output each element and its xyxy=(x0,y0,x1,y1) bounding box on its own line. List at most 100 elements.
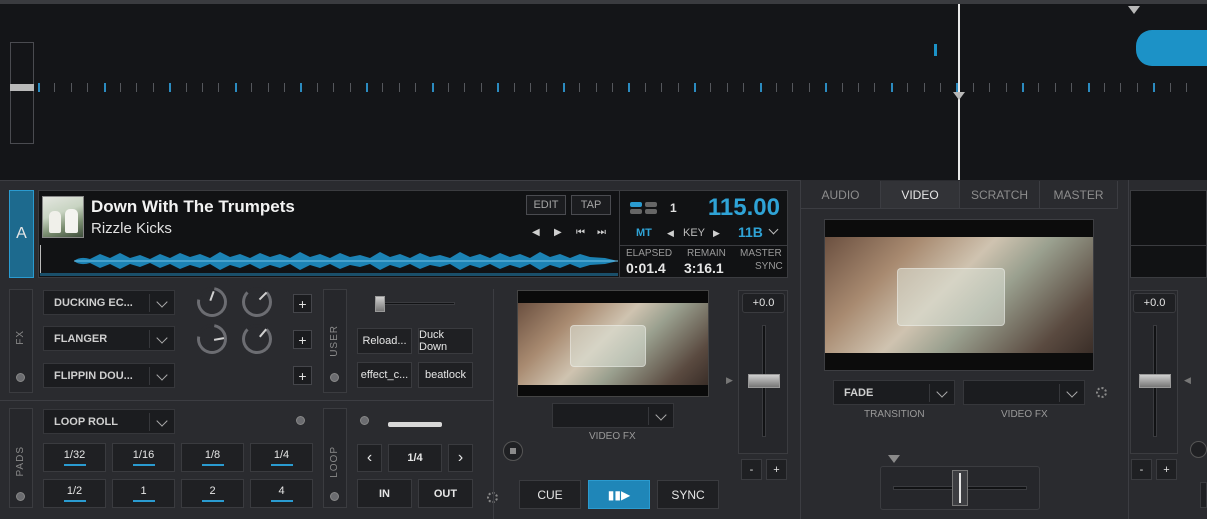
loop-in-button[interactable]: IN xyxy=(357,479,412,508)
fx-add-button-1[interactable]: + xyxy=(293,294,312,313)
master-video-fx-dropdown[interactable] xyxy=(963,380,1085,405)
bpm-value[interactable]: 115.00 xyxy=(690,194,780,222)
copy-icon[interactable] xyxy=(1190,441,1207,458)
user-button-effect[interactable]: effect_c... xyxy=(357,362,412,388)
video-arrow-icon[interactable]: ▶ xyxy=(726,375,733,386)
beat-marker xyxy=(891,83,893,92)
user-slider-handle[interactable] xyxy=(375,296,385,312)
loop-out-button[interactable]: OUT xyxy=(418,479,473,508)
pad-1[interactable]: 1/32 xyxy=(43,443,106,472)
crossfader-handle[interactable] xyxy=(952,470,968,506)
tab-video[interactable]: VIDEO xyxy=(881,181,960,208)
video-arrow-icon-b[interactable]: ◀ xyxy=(1184,375,1191,386)
deck-letter[interactable]: A xyxy=(9,190,34,278)
forward-icon[interactable]: ▶ xyxy=(554,227,562,238)
pad-5[interactable]: 1/2 xyxy=(43,479,106,508)
fx-knob-4[interactable] xyxy=(242,324,272,354)
rewind-icon[interactable]: ◀ xyxy=(532,227,540,238)
deck-b-button[interactable] xyxy=(1200,482,1207,508)
pitch-fader-handle-b[interactable] xyxy=(1139,374,1171,388)
pads-indicator[interactable] xyxy=(16,492,25,501)
master-video-preview[interactable] xyxy=(824,219,1094,371)
key-up-icon[interactable]: ▶ xyxy=(713,228,720,239)
pitch-plus-button-b[interactable]: + xyxy=(1156,459,1177,480)
beat-marker xyxy=(661,83,662,92)
fx-add-button-2[interactable]: + xyxy=(293,330,312,349)
tab-master[interactable]: MASTER xyxy=(1040,181,1118,208)
loop-slider[interactable] xyxy=(388,422,442,427)
deck-video-fx-dropdown[interactable] xyxy=(552,403,674,428)
skip-forward-icon[interactable]: ⏭ xyxy=(597,227,606,238)
user-slider-track[interactable] xyxy=(375,302,455,305)
loop-size[interactable]: 1/4 xyxy=(388,444,442,472)
user-button-duck-down[interactable]: Duck Down xyxy=(418,328,473,354)
deck-video-preview[interactable] xyxy=(517,290,709,397)
skip-back-icon[interactable]: ⏮ xyxy=(576,227,585,238)
pad-2[interactable]: 1/16 xyxy=(112,443,175,472)
cue-button[interactable]: CUE xyxy=(519,480,581,509)
beat-marker xyxy=(1137,83,1138,92)
user-indicator[interactable] xyxy=(330,373,339,382)
transition-dropdown[interactable]: FADE xyxy=(833,380,955,405)
loop-indicator[interactable] xyxy=(330,492,339,501)
master-label: MASTER xyxy=(740,248,782,259)
pad-4[interactable]: 1/4 xyxy=(250,443,313,472)
pads-option-indicator[interactable] xyxy=(296,416,305,425)
key-value[interactable]: 11B xyxy=(738,224,763,240)
sync-button[interactable]: SYNC xyxy=(657,480,719,509)
pads-mode-dropdown[interactable]: LOOP ROLL xyxy=(43,409,175,434)
tap-button[interactable]: TAP xyxy=(571,195,611,215)
pitch-minus-button[interactable]: - xyxy=(741,459,762,480)
tab-audio[interactable]: AUDIO xyxy=(801,181,881,208)
pad-4-label: 1/4 xyxy=(273,449,290,461)
record-icon[interactable] xyxy=(503,441,523,461)
fx-slot-2[interactable]: FLANGER xyxy=(43,326,175,351)
fx-knob-2[interactable] xyxy=(242,287,272,317)
pad-7[interactable]: 2 xyxy=(181,479,244,508)
pitch-value[interactable]: +0.0 xyxy=(742,293,785,313)
pitch-plus-button[interactable]: + xyxy=(766,459,787,480)
pad-8[interactable]: 4 xyxy=(250,479,313,508)
zoom-handle[interactable] xyxy=(10,84,34,91)
beat-marker xyxy=(350,83,351,92)
user-button-reload[interactable]: Reload... xyxy=(357,328,412,354)
elapsed-label: ELAPSED xyxy=(626,248,673,259)
elapsed-value[interactable]: 0:01.4 xyxy=(626,260,666,276)
waveform-segment xyxy=(1136,30,1207,66)
pad-5-label: 1/2 xyxy=(66,485,83,497)
fx-slot-1-label: DUCKING EC... xyxy=(54,296,133,309)
track-waveform[interactable] xyxy=(40,244,618,277)
fx-indicator[interactable] xyxy=(16,373,25,382)
waveform-overview[interactable] xyxy=(0,0,1207,180)
key-down-icon[interactable]: ◀ xyxy=(667,228,674,239)
beat-marker xyxy=(874,83,875,92)
fx-add-button-3[interactable]: + xyxy=(293,366,312,385)
zoom-control[interactable] xyxy=(10,42,34,144)
remain-value[interactable]: 3:16.1 xyxy=(684,260,724,276)
track-title: Down With The Trumpets xyxy=(91,197,295,216)
fx-slot-1[interactable]: DUCKING EC... xyxy=(43,290,175,315)
loop-option-indicator[interactable] xyxy=(360,416,369,425)
playhead-top-marker xyxy=(1128,6,1140,14)
beat-marker xyxy=(497,83,499,92)
master-tempo-label[interactable]: MT xyxy=(636,227,652,239)
play-pause-button[interactable]: ▮▮▶ xyxy=(588,480,650,509)
beat-marker xyxy=(727,83,728,92)
beat-marker xyxy=(809,83,810,92)
loop-prev-button[interactable]: ‹ xyxy=(357,444,382,472)
beat-marker xyxy=(645,83,646,92)
fx-slot-3[interactable]: FLIPPIN DOU... xyxy=(43,363,175,388)
chevron-down-icon xyxy=(156,296,168,308)
deck-b-track-box xyxy=(1130,190,1207,278)
deck-layout-icon[interactable] xyxy=(630,202,658,214)
tab-scratch[interactable]: SCRATCH xyxy=(960,181,1040,208)
pad-3[interactable]: 1/8 xyxy=(181,443,244,472)
pitch-minus-button-b[interactable]: - xyxy=(1131,459,1152,480)
pad-6[interactable]: 1 xyxy=(112,479,175,508)
settings-gear-icon[interactable] xyxy=(1096,387,1107,398)
loop-next-button[interactable]: › xyxy=(448,444,473,472)
pitch-value-b[interactable]: +0.0 xyxy=(1133,293,1176,313)
pitch-fader-handle[interactable] xyxy=(748,374,780,388)
user-button-beatlock[interactable]: beatlock xyxy=(418,362,473,388)
edit-button[interactable]: EDIT xyxy=(526,195,566,215)
